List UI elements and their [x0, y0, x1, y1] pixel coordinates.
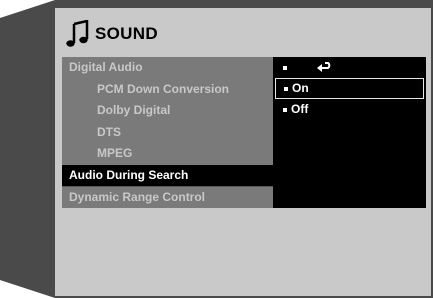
menu-item-audio-during-search[interactable]: Audio During Search — [62, 164, 273, 186]
bullet-icon — [283, 65, 287, 70]
tv-frame-left — [0, 0, 55, 298]
option-label-on: On — [292, 81, 309, 95]
menu-item-dynamic-range-control[interactable]: Dynamic Range Control — [62, 186, 273, 208]
settings-menu: Digital Audio PCM Down Conversion Dolby … — [62, 57, 273, 208]
return-option[interactable] — [273, 57, 426, 78]
bullet-icon — [283, 107, 287, 112]
option-on[interactable]: On — [275, 78, 424, 99]
menu-header: SOUND — [65, 16, 158, 52]
osd-screen: SOUND Digital Audio PCM Down Conversion … — [55, 8, 431, 296]
return-arrow-icon — [317, 61, 331, 72]
music-note-icon — [66, 20, 89, 47]
page-title: SOUND — [95, 24, 158, 43]
menu-item-dts[interactable]: DTS — [62, 122, 273, 144]
menu-item-digital-audio[interactable]: Digital Audio — [62, 57, 273, 79]
menu-item-dolby-digital[interactable]: Dolby Digital — [62, 100, 273, 122]
bullet-icon — [284, 86, 288, 91]
options-panel: On Off — [273, 57, 426, 208]
menu-item-pcm-down-conversion[interactable]: PCM Down Conversion — [62, 79, 273, 101]
menu-item-mpeg[interactable]: MPEG — [62, 143, 273, 165]
option-label-off: Off — [291, 102, 309, 116]
option-off[interactable]: Off — [273, 99, 426, 120]
tv-frame-top — [55, 0, 433, 8]
